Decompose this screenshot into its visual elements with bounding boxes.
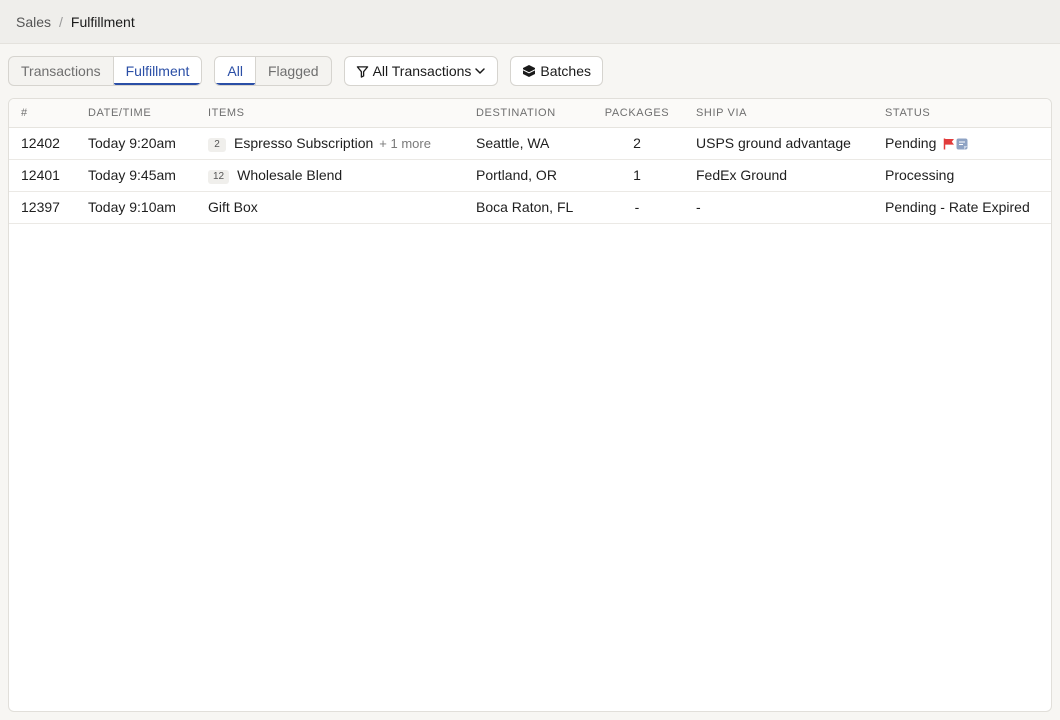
cell-order-number: 12401 xyxy=(9,159,76,192)
cell-status: Pending xyxy=(873,127,1051,160)
status-text: Pending - Rate Expired xyxy=(885,199,1030,215)
breadcrumb-separator: / xyxy=(59,13,63,30)
item-name: Gift Box xyxy=(208,199,258,215)
filter-icon xyxy=(356,65,369,78)
tab-flagged[interactable]: Flagged xyxy=(256,57,331,85)
status-text: Processing xyxy=(885,167,955,183)
breadcrumb-parent-link[interactable]: Sales xyxy=(16,14,51,30)
cell-packages: 1 xyxy=(590,159,684,192)
column-header-packages[interactable]: PACKAGES xyxy=(590,99,684,128)
cell-status: Pending - Rate Expired xyxy=(873,191,1051,224)
cell-ship-via: FedEx Ground xyxy=(684,159,873,192)
cell-destination: Boca Raton, FL xyxy=(464,191,590,224)
item-name: Espresso Subscription xyxy=(234,134,374,151)
table-row[interactable]: 12397 Today 9:10am Gift Box Boca Raton, … xyxy=(9,191,1051,224)
fulfillment-table-panel: # DATE/TIME ITEMS DESTINATION PACKAGES S… xyxy=(8,98,1052,712)
cell-datetime: Today 9:45am xyxy=(76,159,196,192)
column-header-status[interactable]: STATUS xyxy=(873,99,1051,128)
column-header-destination[interactable]: DESTINATION xyxy=(464,99,590,128)
cell-datetime: Today 9:20am xyxy=(76,127,196,160)
column-header-items[interactable]: ITEMS xyxy=(196,99,464,128)
cell-items: 2 Espresso Subscription + 1 more xyxy=(196,127,464,160)
column-header-ship-via[interactable]: SHIP VIA xyxy=(684,99,873,128)
cell-order-number: 12397 xyxy=(9,191,76,224)
more-items-link[interactable]: + 1 more xyxy=(379,136,431,151)
cell-order-number: 12402 xyxy=(9,127,76,160)
item-name: Wholesale Blend xyxy=(237,166,343,183)
cell-destination: Seattle, WA xyxy=(464,127,590,160)
quantity-badge: 12 xyxy=(208,169,230,184)
tab-transactions[interactable]: Transactions xyxy=(9,57,114,85)
chevron-down-icon xyxy=(474,65,486,77)
cell-ship-via: - xyxy=(684,191,873,224)
column-header-datetime[interactable]: DATE/TIME xyxy=(76,99,196,128)
cell-items: 12 Wholesale Blend xyxy=(196,159,464,192)
tab-fulfillment[interactable]: Fulfillment xyxy=(113,57,202,85)
box-icon xyxy=(522,64,536,78)
column-header-number[interactable]: # xyxy=(9,99,76,128)
cell-packages: 2 xyxy=(590,127,684,160)
cell-packages: - xyxy=(590,191,684,224)
table-header-row: # DATE/TIME ITEMS DESTINATION PACKAGES S… xyxy=(9,99,1051,128)
transactions-filter-label: All Transactions xyxy=(372,63,472,79)
cell-items: Gift Box xyxy=(196,191,464,224)
quantity-badge: 2 xyxy=(208,137,226,152)
table-row[interactable]: 12401 Today 9:45am 12 Wholesale Blend Por… xyxy=(9,159,1051,192)
tab-all[interactable]: All xyxy=(215,57,256,85)
cell-ship-via: USPS ground advantage xyxy=(684,127,873,160)
cell-datetime: Today 9:10am xyxy=(76,191,196,224)
status-text: Pending xyxy=(885,135,937,151)
breadcrumb-current: Fulfillment xyxy=(70,13,135,30)
view-tabs: Transactions Fulfillment xyxy=(8,56,203,86)
note-icon[interactable] xyxy=(956,138,968,150)
breadcrumb: Sales / Fulfillment xyxy=(0,0,1060,44)
fulfillment-table: # DATE/TIME ITEMS DESTINATION PACKAGES S… xyxy=(9,99,1051,224)
batches-label: Batches xyxy=(540,63,591,79)
cell-status: Processing xyxy=(873,159,1051,192)
batches-button[interactable]: Batches xyxy=(510,56,603,86)
transactions-filter-dropdown[interactable]: All Transactions xyxy=(343,56,499,86)
toolbar: Transactions Fulfillment All Flagged All… xyxy=(8,56,603,86)
filter-tabs: All Flagged xyxy=(214,56,332,86)
flag-icon[interactable] xyxy=(943,138,955,150)
cell-destination: Portland, OR xyxy=(464,159,590,192)
table-row[interactable]: 12402 Today 9:20am 2 Espresso Subscriptio… xyxy=(9,127,1051,160)
